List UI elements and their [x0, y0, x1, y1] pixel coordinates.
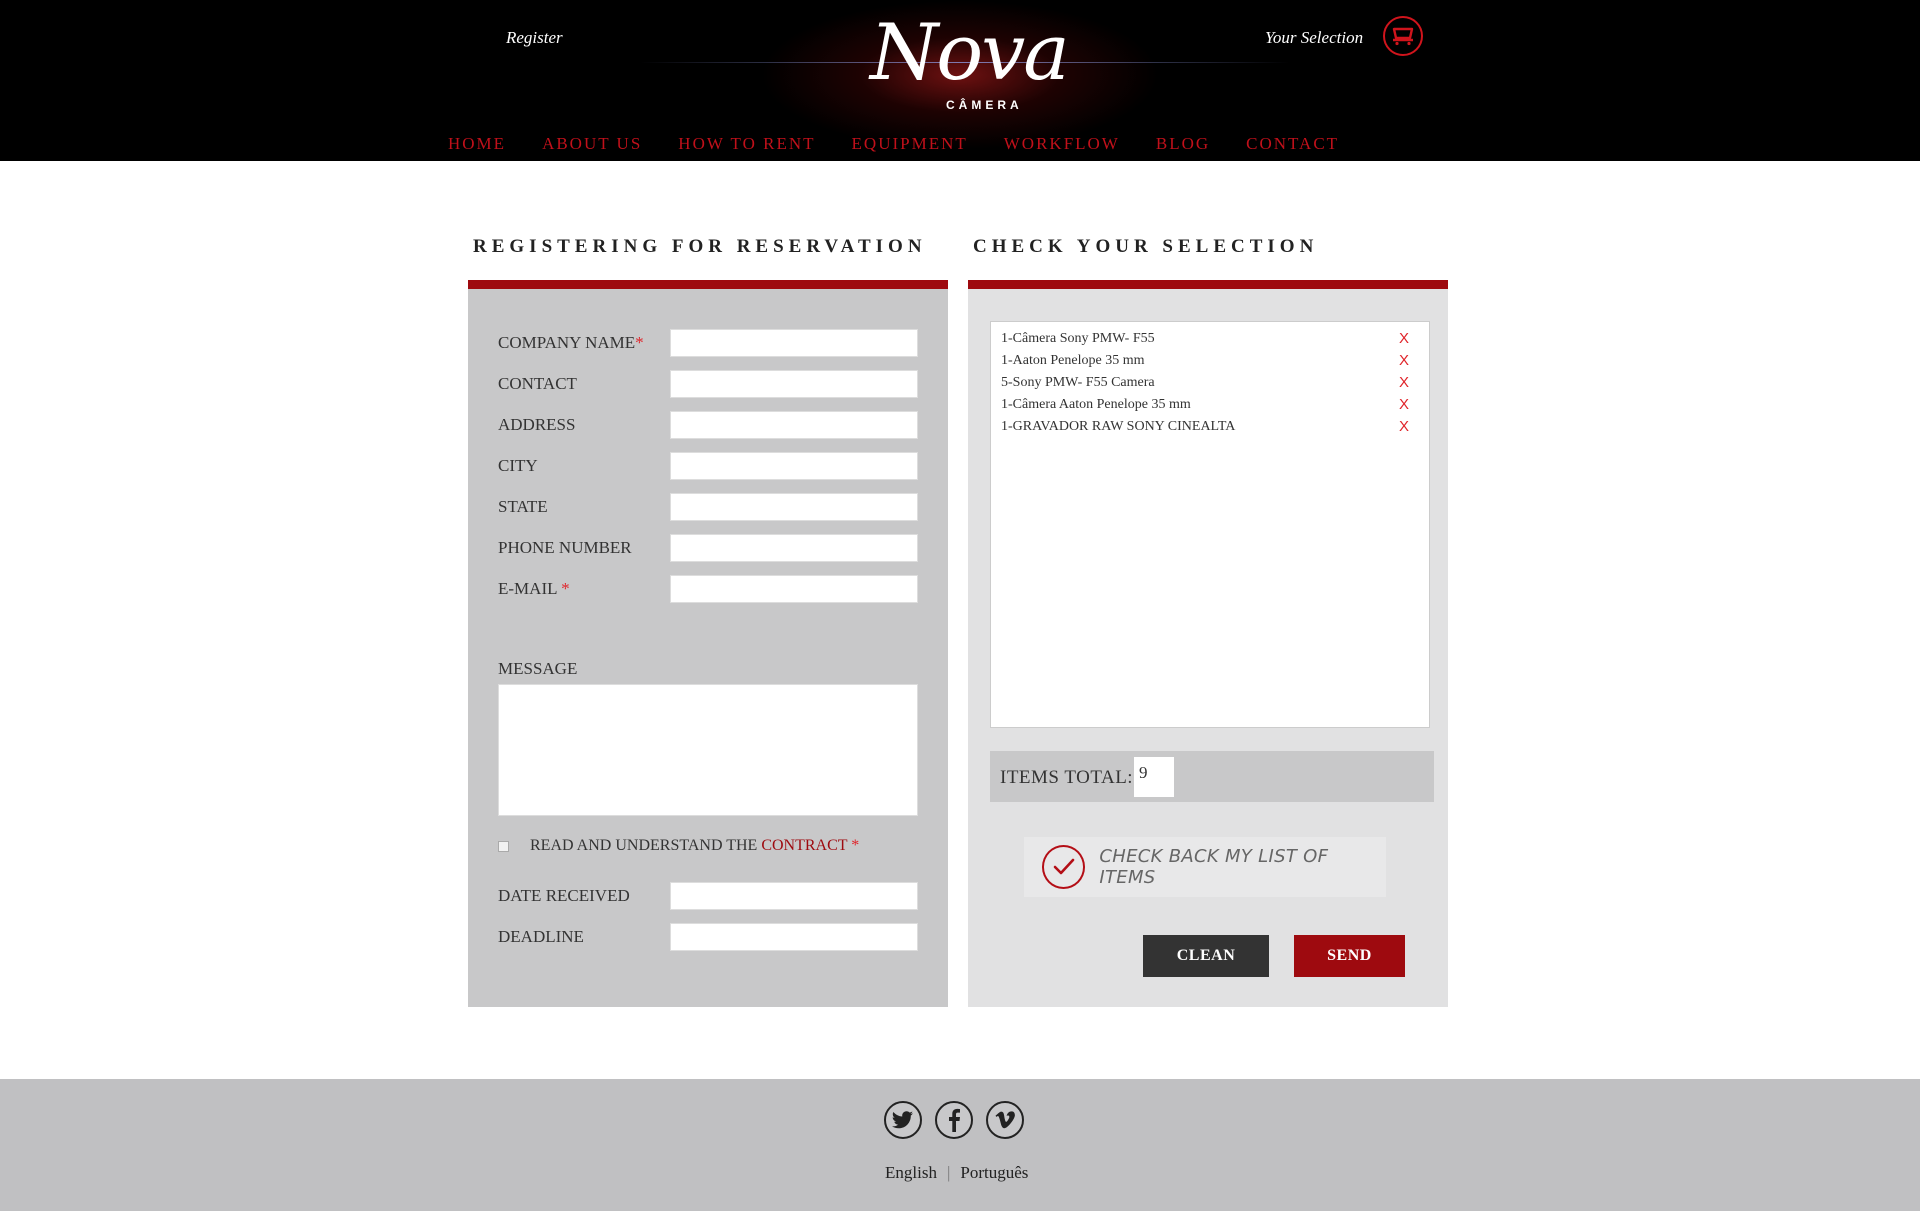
reservation-form-title: REGISTERING FOR RESERVATION: [473, 236, 927, 257]
form-row-deadline: DEADLINE: [498, 923, 918, 951]
site-header: Register Nova CÂMERA Your Selection HOME…: [0, 0, 1920, 161]
contact-label: CONTACT: [498, 374, 577, 393]
remove-item-button[interactable]: X: [1399, 374, 1409, 391]
date-received-input[interactable]: [670, 882, 918, 910]
selection-title: CHECK YOUR SELECTION: [973, 236, 1319, 257]
register-link[interactable]: Register: [506, 28, 563, 48]
form-row-date-received: DATE RECEIVED: [498, 882, 918, 910]
nav-item-equipment[interactable]: EQUIPMENT: [852, 134, 968, 154]
company-name-input[interactable]: [670, 329, 918, 357]
nav-item-how-to-rent[interactable]: HOW TO RENT: [678, 134, 815, 154]
send-button[interactable]: SEND: [1294, 935, 1405, 977]
list-item: 5-Sony PMW- F55 Camera: [1001, 375, 1155, 390]
contract-checkbox[interactable]: [498, 841, 509, 852]
logo-word: Nova: [870, 8, 1070, 98]
form-row-city: CITY: [498, 452, 918, 480]
nav-item-home[interactable]: HOME: [448, 134, 506, 154]
remove-item-button[interactable]: X: [1399, 418, 1409, 435]
your-selection-link[interactable]: Your Selection: [1265, 28, 1363, 48]
remove-item-button[interactable]: X: [1399, 330, 1409, 347]
email-label: E-MAIL *: [498, 579, 570, 598]
form-row-phone: PHONE NUMBER: [498, 534, 918, 562]
form-row-state: STATE: [498, 493, 918, 521]
language-portuguese[interactable]: Português: [960, 1163, 1028, 1182]
selection-list[interactable]: 1-Câmera Sony PMW- F55 X 1-Aaton Penelop…: [990, 321, 1430, 728]
nova-camera-logo[interactable]: Nova CÂMERA: [870, 8, 1070, 113]
phone-number-label: PHONE NUMBER: [498, 538, 632, 557]
state-input[interactable]: [670, 493, 918, 521]
language-english[interactable]: English: [885, 1163, 937, 1182]
form-row-company-name: COMPANY NAME*: [498, 329, 918, 357]
message-textarea[interactable]: [498, 684, 918, 816]
contract-link[interactable]: CONTRACT: [761, 837, 847, 854]
deadline-label: DEADLINE: [498, 927, 584, 946]
address-input[interactable]: [670, 411, 918, 439]
phone-number-input[interactable]: [670, 534, 918, 562]
deadline-input[interactable]: [670, 923, 918, 951]
checkmark-icon: [1042, 845, 1086, 889]
address-label: ADDRESS: [498, 415, 576, 434]
items-total-bar: ITEMS TOTAL: 9: [990, 751, 1434, 802]
main-nav: HOME ABOUT US HOW TO RENT EQUIPMENT WORK…: [448, 134, 1375, 154]
items-total-label: ITEMS TOTAL:: [1000, 767, 1134, 788]
twitter-icon[interactable]: [884, 1101, 922, 1139]
clean-button[interactable]: CLEAN: [1143, 935, 1269, 977]
company-name-label: COMPANY NAME*: [498, 333, 644, 352]
state-label: STATE: [498, 497, 548, 516]
city-label: CITY: [498, 456, 538, 475]
vimeo-icon[interactable]: [986, 1101, 1024, 1139]
nav-item-contact[interactable]: CONTACT: [1246, 134, 1339, 154]
cart-icon[interactable]: [1383, 16, 1423, 56]
language-switcher: English | Português: [885, 1163, 1028, 1183]
remove-item-button[interactable]: X: [1399, 396, 1409, 413]
form-row-email: E-MAIL *: [498, 575, 918, 603]
form-row-address: ADDRESS: [498, 411, 918, 439]
list-item: 1-Câmera Aaton Penelope 35 mm: [1001, 397, 1191, 412]
reservation-form: COMPANY NAME* CONTACT ADDRESS CITY STATE…: [468, 280, 948, 1007]
items-total-value: 9: [1134, 757, 1174, 797]
check-back-list-button[interactable]: CHECK BACK MY LIST OF ITEMS: [1024, 837, 1386, 897]
logo-subtitle: CÂMERA: [946, 98, 1023, 112]
facebook-icon[interactable]: [935, 1101, 973, 1139]
site-footer: English | Português: [0, 1079, 1920, 1211]
nav-item-blog[interactable]: BLOG: [1156, 134, 1210, 154]
city-input[interactable]: [670, 452, 918, 480]
contract-agreement-text: READ AND UNDERSTAND THE CONTRACT *: [530, 837, 860, 854]
list-item: 1-Aaton Penelope 35 mm: [1001, 353, 1145, 368]
date-received-label: DATE RECEIVED: [498, 886, 630, 905]
nav-item-about-us[interactable]: ABOUT US: [542, 134, 642, 154]
message-label: MESSAGE: [498, 659, 578, 678]
selection-panel: 1-Câmera Sony PMW- F55 X 1-Aaton Penelop…: [968, 280, 1448, 1007]
email-input[interactable]: [670, 575, 918, 603]
contact-input[interactable]: [670, 370, 918, 398]
list-item: 1-GRAVADOR RAW SONY CINEALTA: [1001, 419, 1236, 434]
check-back-label: CHECK BACK MY LIST OF ITEMS: [1099, 846, 1329, 888]
language-separator: |: [946, 1163, 951, 1182]
list-item: 1-Câmera Sony PMW- F55: [1001, 331, 1155, 346]
nav-item-workflow[interactable]: WORKFLOW: [1004, 134, 1120, 154]
remove-item-button[interactable]: X: [1399, 352, 1409, 369]
form-row-contact: CONTACT: [498, 370, 918, 398]
